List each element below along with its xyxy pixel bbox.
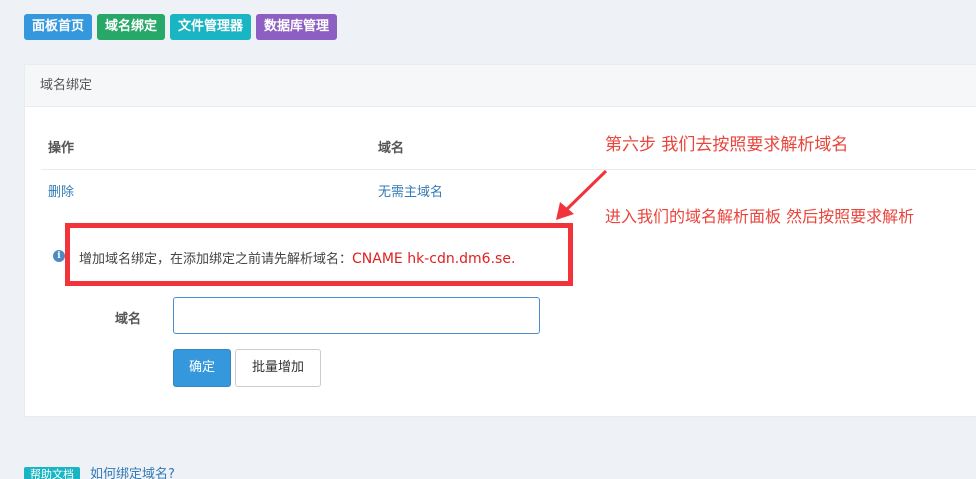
help-link[interactable]: 如何绑定域名? <box>90 467 175 479</box>
col-header-action: 操作 <box>48 141 75 156</box>
table-divider <box>41 169 976 170</box>
col-header-domain: 域名 <box>378 141 405 156</box>
nav-db-manager[interactable]: 数据库管理 <box>256 14 338 40</box>
annotation-step: 第六步 我们去按照要求解析域名 <box>605 135 849 155</box>
domain-input[interactable] <box>173 297 540 334</box>
help-doc-badge: 帮助文档 <box>24 467 80 479</box>
annotation-arrow-icon <box>556 169 608 220</box>
info-icon: i <box>53 250 65 262</box>
batch-add-button[interactable]: 批量增加 <box>235 349 321 387</box>
top-nav: 面板首页 域名绑定 文件管理器 数据库管理 <box>24 14 338 40</box>
nav-domain-binding[interactable]: 域名绑定 <box>97 14 166 40</box>
panel-title: 域名绑定 <box>25 65 976 107</box>
confirm-button[interactable]: 确定 <box>173 349 231 387</box>
annotation-instruction: 进入我们的域名解析面板 然后按照要求解析 <box>605 207 915 226</box>
nav-file-manager[interactable]: 文件管理器 <box>170 14 252 40</box>
highlight-box <box>65 223 573 286</box>
nav-panel-home[interactable]: 面板首页 <box>24 14 93 40</box>
domain-cell: 无需主域名 <box>378 185 444 200</box>
delete-link[interactable]: 删除 <box>48 181 74 200</box>
domain-field-label: 域名 <box>115 312 142 327</box>
